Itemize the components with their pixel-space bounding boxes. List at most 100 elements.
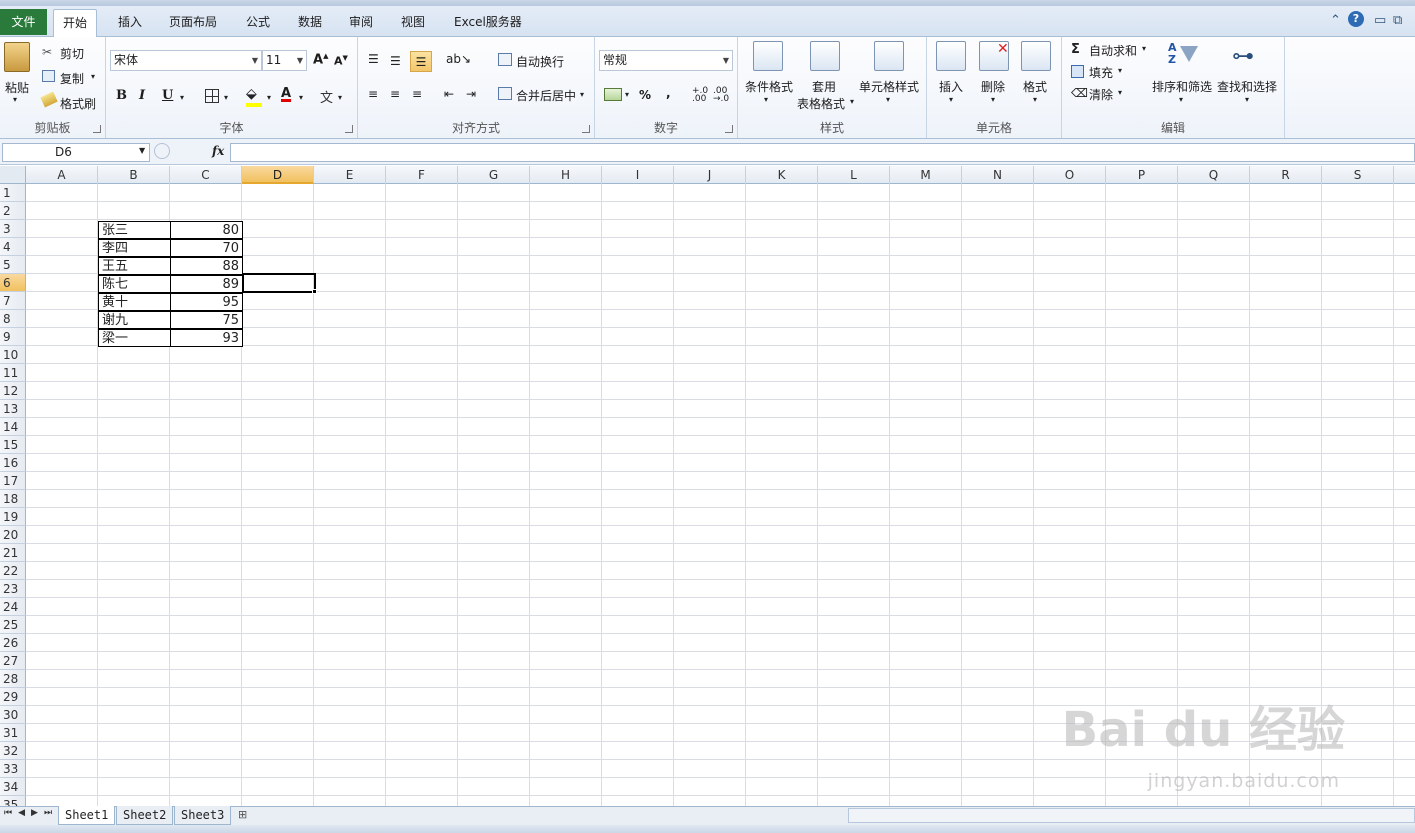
underline-dropdown-icon[interactable]: ▾	[180, 93, 184, 102]
increase-decimal-icon[interactable]: +.0.00	[692, 87, 708, 104]
row-header-29[interactable]: 29	[0, 688, 26, 706]
number-format-combo[interactable]: 常规 ▼	[599, 50, 733, 71]
row-header-9[interactable]: 9	[0, 328, 26, 346]
row-header-2[interactable]: 2	[0, 202, 26, 220]
format-as-table-line1[interactable]: 套用	[812, 78, 836, 95]
tab-page-layout[interactable]: 页面布局	[160, 9, 226, 37]
format-as-table-icon[interactable]	[810, 41, 840, 71]
cell-styles-button[interactable]: 单元格样式	[859, 78, 919, 95]
orientation-icon[interactable]: ab↘	[446, 52, 471, 66]
tab-view[interactable]: 视图	[392, 9, 434, 37]
font-name-combo[interactable]: 宋体 ▼	[110, 50, 262, 71]
font-launcher-icon[interactable]	[345, 125, 353, 133]
cell-score[interactable]: 70	[170, 239, 243, 257]
font-size-combo[interactable]: 11 ▼	[262, 50, 307, 71]
minimize-window-icon[interactable]: ▭	[1374, 13, 1386, 28]
column-header-e[interactable]: E	[314, 166, 386, 184]
column-header-m[interactable]: M	[890, 166, 962, 184]
shrink-font-icon[interactable]: A▼	[334, 54, 348, 68]
phonetic-icon[interactable]: 文	[320, 87, 333, 106]
row-header-19[interactable]: 19	[0, 508, 26, 526]
fill-button[interactable]: 填充	[1089, 64, 1113, 81]
autosum-dropdown-icon[interactable]: ▾	[1142, 44, 1146, 53]
binoculars-icon[interactable]: ⊶	[1232, 44, 1254, 69]
row-header-18[interactable]: 18	[0, 490, 26, 508]
clear-dropdown-icon[interactable]: ▾	[1118, 88, 1122, 97]
column-header-h[interactable]: H	[530, 166, 602, 184]
sheet-tab-sheet1[interactable]: Sheet1	[58, 806, 116, 825]
copy-button[interactable]: 复制	[60, 70, 84, 87]
align-bottom-icon[interactable]: ☰	[410, 51, 432, 72]
format-painter-button[interactable]: 格式刷	[60, 95, 96, 112]
insert-sheet-icon[interactable]: ⊞	[238, 808, 247, 821]
column-header-q[interactable]: Q	[1178, 166, 1250, 184]
align-right-icon[interactable]: ≡	[412, 87, 422, 101]
format-dropdown-icon[interactable]: ▾	[1033, 95, 1037, 104]
column-header-f[interactable]: F	[386, 166, 458, 184]
delete-dropdown-icon[interactable]: ▾	[991, 95, 995, 104]
clipboard-launcher-icon[interactable]	[93, 125, 101, 133]
number-launcher-icon[interactable]	[725, 125, 733, 133]
column-header-o[interactable]: O	[1034, 166, 1106, 184]
tab-formulas[interactable]: 公式	[237, 9, 279, 37]
column-header-p[interactable]: P	[1106, 166, 1178, 184]
row-header-28[interactable]: 28	[0, 670, 26, 688]
name-box[interactable]: D6	[2, 143, 150, 162]
horizontal-scrollbar[interactable]	[848, 808, 1415, 823]
row-header-10[interactable]: 10	[0, 346, 26, 364]
insert-dropdown-icon[interactable]: ▾	[949, 95, 953, 104]
row-header-23[interactable]: 23	[0, 580, 26, 598]
row-header-13[interactable]: 13	[0, 400, 26, 418]
column-header-k[interactable]: K	[746, 166, 818, 184]
grow-font-icon[interactable]: A▲	[313, 52, 328, 67]
conditional-format-icon[interactable]	[753, 41, 783, 71]
tab-review[interactable]: 审阅	[340, 9, 382, 37]
fill-dropdown-icon[interactable]: ▾	[1118, 66, 1122, 75]
alignment-launcher-icon[interactable]	[582, 125, 590, 133]
row-header-1[interactable]: 1	[0, 184, 26, 202]
row-header-12[interactable]: 12	[0, 382, 26, 400]
paste-dropdown-icon[interactable]: ▾	[13, 95, 17, 104]
format-cells-button[interactable]: 格式	[1023, 78, 1047, 95]
wrap-text-button[interactable]: 自动换行	[516, 53, 564, 70]
tab-excel-server[interactable]: Excel服务器	[445, 9, 531, 37]
fill-color-icon[interactable]: ⬙	[246, 86, 257, 102]
row-header-4[interactable]: 4	[0, 238, 26, 256]
align-left-icon[interactable]: ≡	[368, 87, 378, 101]
sort-filter-button[interactable]: 排序和筛选	[1152, 78, 1212, 95]
row-header-31[interactable]: 31	[0, 724, 26, 742]
find-select-button[interactable]: 查找和选择	[1217, 78, 1277, 95]
column-header-j[interactable]: J	[674, 166, 746, 184]
name-box-dropdown-icon[interactable]: ▼	[139, 146, 145, 155]
row-header-24[interactable]: 24	[0, 598, 26, 616]
cell-name[interactable]: 李四	[98, 239, 171, 257]
row-header-16[interactable]: 16	[0, 454, 26, 472]
cell-name[interactable]: 梁一	[98, 329, 171, 347]
align-top-icon[interactable]: ☰	[368, 52, 379, 66]
tab-data[interactable]: 数据	[289, 9, 331, 37]
font-color-icon[interactable]: A	[281, 86, 291, 101]
minimize-ribbon-icon[interactable]: ⌃	[1330, 13, 1341, 28]
row-header-27[interactable]: 27	[0, 652, 26, 670]
cell-name[interactable]: 张三	[98, 221, 171, 239]
sort-dropdown-icon[interactable]: ▾	[1179, 95, 1183, 104]
sheet-tab-sheet2[interactable]: Sheet2	[116, 806, 174, 825]
borders-icon[interactable]	[205, 89, 219, 103]
delete-cells-button[interactable]: 删除	[981, 78, 1005, 95]
sheet-tab-sheet3[interactable]: Sheet3	[174, 806, 232, 825]
sort-filter-icon[interactable]: AZ	[1168, 42, 1198, 72]
row-header-15[interactable]: 15	[0, 436, 26, 454]
conditional-dropdown-icon[interactable]: ▾	[764, 95, 768, 104]
underline-button[interactable]: U	[162, 88, 173, 103]
cell-name[interactable]: 陈七	[98, 275, 171, 293]
row-header-5[interactable]: 5	[0, 256, 26, 274]
insert-function-icon[interactable]: fx	[212, 144, 224, 158]
row-header-26[interactable]: 26	[0, 634, 26, 652]
comma-button[interactable]: ,	[666, 86, 671, 100]
column-header-s[interactable]: S	[1322, 166, 1394, 184]
table-format-dropdown-icon[interactable]: ▾	[850, 97, 854, 106]
row-header-21[interactable]: 21	[0, 544, 26, 562]
format-as-table-line2[interactable]: 表格格式	[797, 95, 845, 112]
fill-handle[interactable]	[312, 289, 317, 294]
column-header-c[interactable]: C	[170, 166, 242, 184]
